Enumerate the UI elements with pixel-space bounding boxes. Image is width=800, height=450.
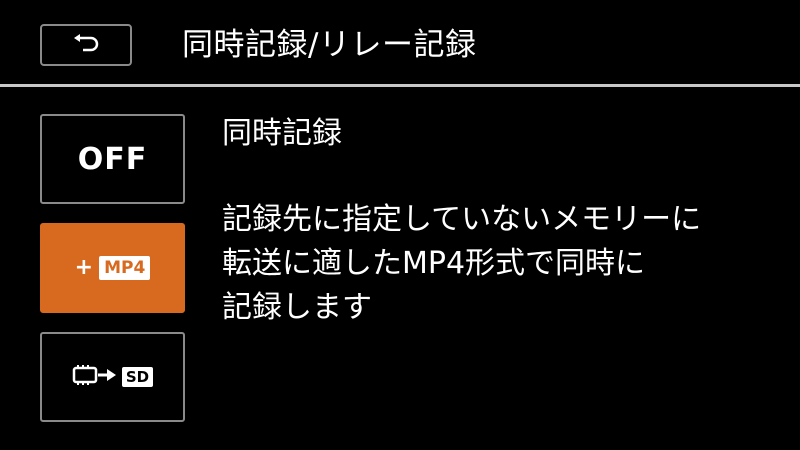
return-arrow-icon bbox=[71, 34, 101, 56]
option-off-button[interactable]: OFF bbox=[40, 114, 185, 204]
description-line: 記録します bbox=[222, 290, 372, 325]
description-title: 同時記録 bbox=[222, 116, 342, 151]
header-bar: 同時記録/リレー記録 bbox=[0, 0, 800, 84]
memory-to-sd-relay-icon bbox=[72, 363, 118, 391]
back-button[interactable] bbox=[40, 24, 132, 66]
mp4-option-content: + MP4 bbox=[75, 256, 151, 280]
relay-option-content: SD bbox=[72, 363, 154, 391]
option-mp4-button[interactable]: + MP4 bbox=[40, 223, 185, 313]
sd-badge: SD bbox=[121, 367, 154, 387]
option-off-label: OFF bbox=[77, 141, 148, 177]
description-body: 記録先に指定していないメモリーに 転送に適したMP4形式で同時に 記録します bbox=[222, 198, 701, 330]
description-line: 転送に適したMP4形式で同時に bbox=[222, 246, 646, 281]
mp4-badge: MP4 bbox=[99, 256, 151, 280]
option-relay-button[interactable]: SD bbox=[40, 332, 185, 422]
page-title: 同時記録/リレー記録 bbox=[182, 27, 477, 63]
description-line: 記録先に指定していないメモリーに bbox=[222, 202, 702, 237]
header-divider bbox=[0, 84, 800, 87]
plus-icon: + bbox=[74, 255, 94, 280]
